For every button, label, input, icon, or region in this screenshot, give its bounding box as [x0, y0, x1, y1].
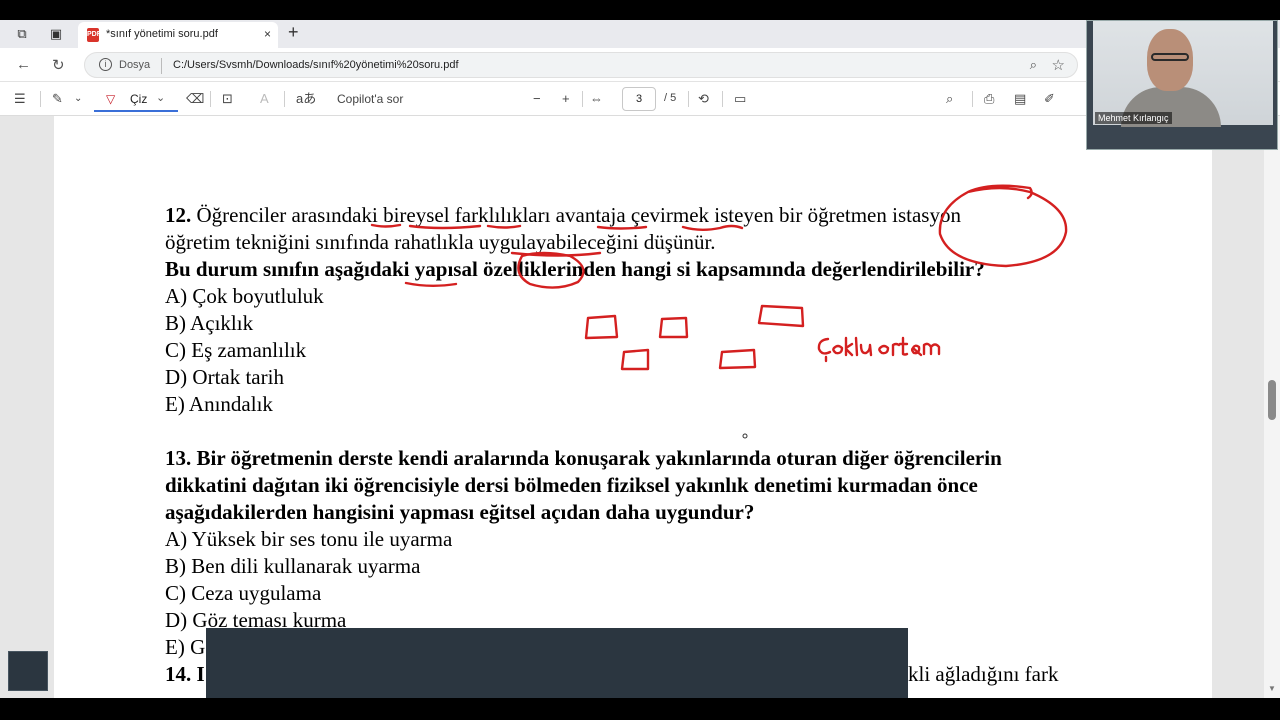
contents-list-icon[interactable]: ☰ — [14, 90, 26, 108]
new-tab-button[interactable]: + — [288, 22, 299, 43]
q13-line-2: dikkatini dağıtan iki öğrencisiyle dersi… — [165, 473, 978, 497]
q13-line-1: 13. Bir öğretmenin derste kendi araların… — [165, 445, 1125, 472]
presenter-name: Mehmet Kırlangıç — [1095, 112, 1172, 124]
q12-option-c: C) Eş zamanlılık — [165, 338, 307, 362]
presenter-glasses — [1151, 53, 1189, 61]
q13-option-b: B) Ben dili kullanarak uyarma — [165, 554, 421, 578]
copilot-button[interactable]: Copilot'a sor — [337, 90, 403, 108]
tab-close-button[interactable]: × — [264, 27, 271, 41]
tab-title: *sınıf yönetimi soru.pdf — [106, 28, 218, 40]
toolbar-divider — [582, 91, 583, 107]
toolbar-divider — [688, 91, 689, 107]
address-separator — [161, 58, 162, 74]
pdf-viewer[interactable]: 12. Öğrenciler arasındaki bireysel farkl… — [0, 116, 1280, 698]
zoom-magnifier-icon[interactable]: ⌕ — [1030, 57, 1037, 73]
save-as-icon[interactable]: ✐ — [1044, 90, 1055, 108]
tab-active-pdf[interactable]: PDF *sınıf yönetimi soru.pdf × — [78, 22, 278, 48]
q13-text-1: Bir öğretmenin derste kendi aralarında k… — [191, 446, 1002, 470]
favorite-star-icon[interactable]: ☆ — [1052, 56, 1065, 74]
text-format-icon: A — [260, 91, 269, 106]
tab-actions-icon[interactable]: ▣ — [48, 26, 64, 42]
fit-page-icon[interactable]: ⇔ — [590, 90, 603, 108]
print-icon[interactable]: ⎙ — [984, 90, 994, 108]
scroll-down-arrow-icon[interactable]: ▼ — [1268, 684, 1276, 693]
draw-pen-icon: ▽ — [106, 92, 116, 106]
q12-question: Bu durum sınıfın aşağıdaki yapısal özell… — [165, 257, 985, 281]
q12-line-1: 12. Öğrenciler arasındaki bireysel farkl… — [165, 202, 1125, 229]
draw-tool-button[interactable]: ▽ Çiz ⌄ — [94, 86, 178, 112]
add-text-icon[interactable]: ⊡ — [222, 90, 233, 108]
q12-line-2: öğretim tekniğini sınıfında rahatlıkla u… — [165, 230, 716, 254]
q13-option-a: A) Yüksek bir ses tonu ile uyarma — [165, 527, 453, 551]
toolbar-divider — [284, 91, 285, 107]
save-icon[interactable]: ▤ — [1014, 90, 1026, 108]
q14-partial-right: kli ağladığını fark — [908, 662, 1059, 686]
eraser-icon[interactable]: ⌫ — [186, 90, 204, 108]
total-pages: / 5 — [664, 92, 677, 104]
draw-label: Çiz — [130, 92, 148, 106]
page-view-icon[interactable]: ▭ — [734, 90, 746, 108]
address-bar[interactable]: i Dosya C:/Users/Svsmh/Downloads/sınıf%2… — [84, 52, 1078, 78]
webcam-overlay: Mehmet Kırlangıç — [1086, 20, 1278, 150]
workspaces-icon[interactable]: ⧉ — [14, 26, 30, 42]
scrollbar-thumb[interactable] — [1268, 380, 1276, 420]
q12-option-a: A) Çok boyutluluk — [165, 284, 324, 308]
zoom-in-button[interactable]: + — [562, 90, 570, 108]
site-info-icon[interactable]: i — [99, 58, 112, 71]
back-arrow-icon[interactable]: ← — [16, 56, 31, 73]
toolbar-divider — [40, 91, 41, 107]
toolbar-divider — [972, 91, 973, 107]
draw-chevron-down-icon[interactable]: ⌄ — [156, 91, 165, 104]
document-content: 12. Öğrenciler arasındaki bireysel farkl… — [165, 202, 1125, 688]
q13-number: 13. — [165, 446, 192, 470]
q12-text-1: Öğrenciler arasındaki bireysel farklılık… — [191, 203, 961, 227]
read-aloud-icon[interactable]: aあ — [296, 90, 316, 108]
pdf-file-icon: PDF — [87, 28, 101, 42]
address-scheme-label: Dosya — [119, 59, 151, 71]
highlight-icon[interactable]: ✎ — [52, 90, 63, 108]
highlight-chevron-down-icon[interactable]: ⌄ — [74, 90, 82, 108]
video-overlay-bar — [206, 628, 908, 700]
top-black-bar — [0, 0, 1280, 20]
q12-number: 12. — [165, 203, 192, 227]
page-number-input[interactable]: 3 — [622, 87, 656, 111]
url-text[interactable]: C:/Users/Svsmh/Downloads/sınıf%20yönetim… — [173, 59, 459, 71]
search-icon[interactable]: ⌕ — [946, 90, 953, 108]
q14-partial-left: 14. I — [165, 662, 205, 686]
toolbar-divider — [210, 91, 211, 107]
rotate-icon[interactable]: ⟲ — [698, 90, 709, 108]
pdf-page: 12. Öğrenciler arasındaki bireysel farkl… — [54, 116, 1212, 698]
zoom-out-button[interactable]: − — [533, 90, 541, 108]
refresh-icon[interactable]: ↻ — [52, 56, 65, 74]
q13-option-c: C) Ceza uygulama — [165, 581, 322, 605]
video-overlay-square — [8, 651, 48, 691]
vertical-scrollbar[interactable]: ▲ ▼ — [1264, 116, 1280, 698]
q12-option-d: D) Ortak tarih — [165, 365, 284, 389]
q12-option-e: E) Anındalık — [165, 392, 273, 416]
toolbar-divider — [722, 91, 723, 107]
q13-line-3: aşağıdakilerden hangisini yapması eğitse… — [165, 500, 755, 524]
bottom-black-bar — [0, 698, 1280, 720]
q12-option-b: B) Açıklık — [165, 311, 254, 335]
